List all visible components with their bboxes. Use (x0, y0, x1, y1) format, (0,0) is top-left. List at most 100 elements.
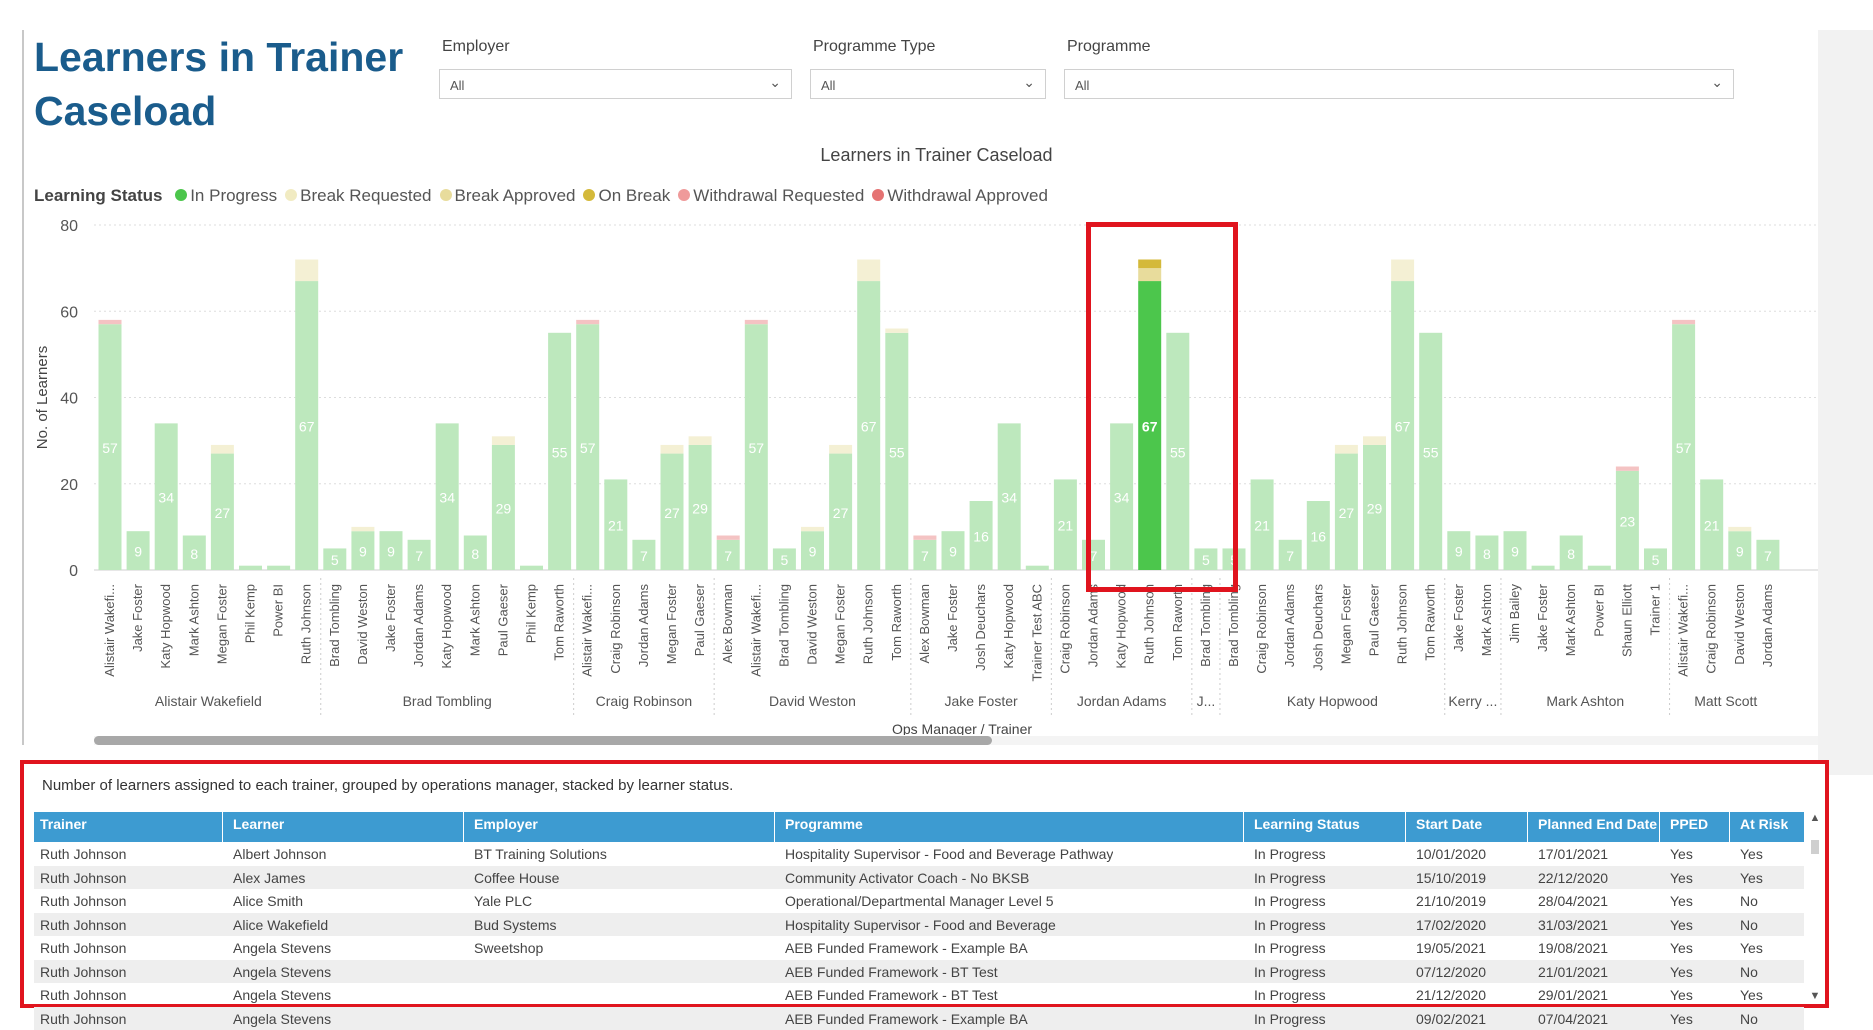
bar-segment[interactable] (661, 445, 684, 454)
column-header[interactable]: At Risk (1740, 816, 1788, 832)
column-header[interactable]: Learning Status (1254, 816, 1360, 832)
bar-segment[interactable] (1026, 566, 1049, 570)
table-row[interactable]: Ruth JohnsonAlbert JohnsonBT Training So… (34, 842, 1804, 866)
table-cell: Ruth Johnson (40, 940, 126, 956)
data-label: 9 (387, 544, 395, 560)
legend-label: Break Requested (300, 186, 431, 205)
data-label: 27 (1339, 505, 1355, 521)
legend-item[interactable]: Break Requested (285, 186, 431, 205)
data-label: 16 (973, 529, 989, 545)
group-label: Mark Ashton (1546, 693, 1624, 709)
x-tick-label: Phil Kemp (524, 584, 539, 643)
legend-item[interactable]: In Progress (175, 186, 277, 205)
x-tick-label: Megan Foster (833, 583, 848, 664)
bar-segment[interactable] (913, 536, 936, 540)
x-tick-label: Mark Ashton (467, 584, 482, 656)
x-tick-label: Trainer 1 (1648, 584, 1663, 636)
data-label: 27 (215, 505, 231, 521)
bar-segment[interactable] (295, 260, 318, 282)
table-row[interactable]: Ruth JohnsonAlex JamesCoffee HouseCommun… (34, 866, 1804, 890)
employer-filter-dropdown[interactable]: All ⌄ (439, 69, 792, 99)
chart-horizontal-scrollbar-thumb[interactable] (94, 736, 992, 745)
x-axis-label: Ops Manager / Trainer (892, 721, 1032, 735)
programme-filter-dropdown[interactable]: All ⌄ (1064, 69, 1734, 99)
table-row[interactable]: Ruth JohnsonAngela StevensAEB Funded Fra… (34, 1007, 1804, 1030)
bar-segment[interactable] (1588, 566, 1611, 570)
table-row[interactable]: Ruth JohnsonAngela StevensAEB Funded Fra… (34, 983, 1804, 1007)
bar-segment[interactable] (99, 320, 122, 324)
table-cell: 07/12/2020 (1416, 964, 1486, 980)
table-row[interactable]: Ruth JohnsonAlice WakefieldBud SystemsHo… (34, 913, 1804, 937)
programme-type-filter-dropdown[interactable]: All ⌄ (810, 69, 1046, 99)
learners-table[interactable]: Trainer Learner Employer Programme Learning … (34, 812, 1804, 1030)
legend-dot-icon (872, 189, 884, 201)
table-cell: Yes (1670, 940, 1693, 956)
bar-segment[interactable] (1391, 260, 1414, 282)
data-label: 16 (1311, 529, 1327, 545)
table-row[interactable]: Ruth JohnsonAngela StevensSweetshopAEB F… (34, 936, 1804, 960)
bar-segment[interactable] (1616, 467, 1639, 471)
legend-item[interactable]: Withdrawal Requested (678, 186, 864, 205)
bar-segment[interactable] (576, 320, 599, 324)
bar-segment[interactable] (689, 436, 712, 445)
table-cell: Angela Stevens (233, 1011, 331, 1027)
data-label: 55 (1170, 444, 1186, 460)
bar-segment[interactable] (239, 566, 262, 570)
bar-segment[interactable] (1138, 260, 1161, 269)
x-tick-label: Power BI (1591, 584, 1606, 637)
table-vertical-scrollbar[interactable]: ▲ ▼ (1808, 812, 1822, 1004)
column-header[interactable]: Planned End Date (1538, 816, 1657, 832)
table-scrollbar-thumb[interactable] (1811, 840, 1819, 854)
data-label: 9 (809, 544, 817, 560)
table-cell: Community Activator Coach - No BKSB (785, 870, 1029, 886)
employer-filter-value: All (450, 78, 464, 93)
scroll-down-icon[interactable]: ▼ (1808, 990, 1822, 1002)
column-separator (1729, 812, 1730, 842)
x-tick-label: Katy Hopwood (1001, 584, 1016, 669)
programme-type-filter-value: All (821, 78, 835, 93)
column-header[interactable]: Start Date (1416, 816, 1482, 832)
column-header[interactable]: PPED (1670, 816, 1708, 832)
bar-segment[interactable] (1672, 320, 1695, 324)
x-tick-label: Tom Raworth (1423, 584, 1438, 661)
bar-segment[interactable] (801, 527, 824, 531)
bar-segment[interactable] (351, 527, 374, 531)
table-cell: In Progress (1254, 987, 1326, 1003)
bar-segment[interactable] (1363, 436, 1386, 445)
bar-segment[interactable] (1138, 268, 1161, 281)
column-separator (1527, 812, 1528, 842)
bar-segment[interactable] (857, 260, 880, 282)
column-header[interactable]: Trainer (40, 816, 87, 832)
bar-segment[interactable] (520, 566, 543, 570)
bar-segment[interactable] (829, 445, 852, 454)
column-header[interactable]: Programme (785, 816, 863, 832)
legend-item[interactable]: Break Approved (440, 186, 576, 205)
bar-segment[interactable] (211, 445, 234, 454)
table-row[interactable]: Ruth JohnsonAngela StevensAEB Funded Fra… (34, 960, 1804, 984)
legend-item[interactable]: Withdrawal Approved (872, 186, 1048, 205)
column-header[interactable]: Learner (233, 816, 284, 832)
x-tick-label: Jake Foster (130, 583, 145, 652)
bar-segment[interactable] (492, 436, 515, 445)
table-row[interactable]: Ruth JohnsonAlice SmithYale PLCOperation… (34, 889, 1804, 913)
legend-item[interactable]: On Break (583, 186, 670, 205)
bar-segment[interactable] (267, 566, 290, 570)
table-cell: 28/04/2021 (1538, 893, 1608, 909)
column-header[interactable]: Employer (474, 816, 538, 832)
x-tick-label: Craig Robinson (1704, 584, 1719, 674)
bar-segment[interactable] (1335, 445, 1358, 454)
bar-segment[interactable] (745, 320, 768, 324)
bar-segment[interactable] (717, 536, 740, 540)
data-label: 67 (861, 419, 877, 435)
table-caption: Number of learners assigned to each trai… (42, 777, 733, 794)
bar-segment[interactable] (1728, 527, 1751, 531)
y-tick-label: 0 (69, 563, 78, 580)
table-cell: 21/01/2021 (1538, 964, 1608, 980)
data-label: 21 (1058, 518, 1074, 534)
chevron-down-icon: ⌄ (1711, 74, 1723, 91)
bar-segment[interactable] (885, 329, 908, 333)
legend-title: Learning Status (34, 186, 162, 205)
stacked-bar-chart[interactable]: 020406080No. of Learners57Alistair Wakef… (0, 215, 1830, 735)
scroll-up-icon[interactable]: ▲ (1808, 812, 1822, 824)
bar-segment[interactable] (1532, 566, 1555, 570)
